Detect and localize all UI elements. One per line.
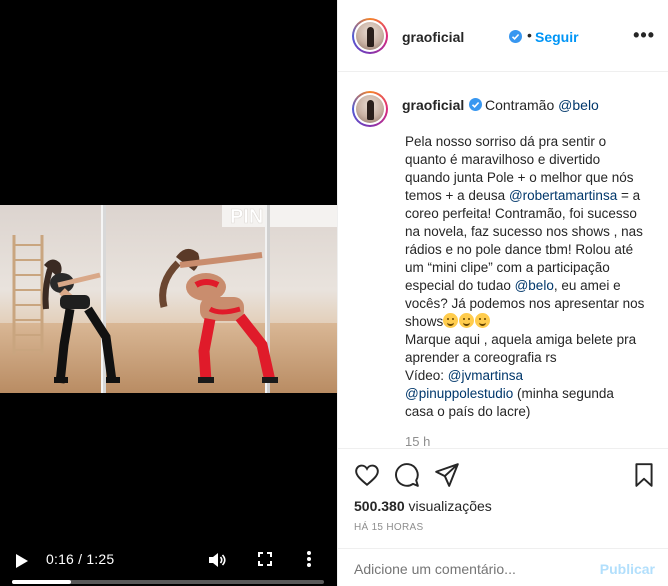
comment-icon[interactable]	[394, 462, 420, 488]
svg-text:PIN: PIN	[230, 206, 263, 228]
play-icon[interactable]	[16, 554, 28, 568]
share-icon[interactable]	[434, 462, 460, 488]
username[interactable]: graoficial	[402, 29, 464, 45]
volume-icon[interactable]	[208, 551, 226, 569]
video-time: 0:16 / 1:25	[46, 551, 115, 567]
fullscreen-icon[interactable]	[258, 552, 272, 566]
verified-icon	[469, 98, 482, 111]
video-frame[interactable]: PIN	[0, 205, 337, 393]
caption-area: graoficial Contramão @belo Pela nosso so…	[338, 73, 668, 447]
verified-icon	[509, 30, 522, 43]
dancer-left	[42, 259, 120, 384]
bookmark-icon[interactable]	[631, 462, 657, 488]
emoji-icon	[443, 313, 459, 328]
caption-timestamp: 15 h	[405, 434, 431, 447]
publish-button[interactable]: Publicar	[600, 561, 655, 577]
mention-link[interactable]: @belo	[515, 278, 554, 293]
mention-link[interactable]: @belo	[558, 97, 599, 113]
mention-link[interactable]: @robertamartinsa	[509, 188, 617, 203]
dancer-right	[159, 248, 278, 383]
video-player[interactable]: PIN 0:16 / 1:25	[0, 0, 337, 586]
follow-button[interactable]: Seguir	[535, 29, 579, 45]
comment-bar: Publicar	[338, 548, 668, 586]
separator-dot: •	[527, 27, 532, 43]
avatar[interactable]	[352, 18, 388, 54]
emoji-icon	[475, 313, 491, 328]
caption-first-line: Contramão @belo	[485, 97, 599, 113]
dancers-scene: PIN	[12, 205, 337, 393]
post-header: graoficial • Seguir •••	[338, 0, 668, 72]
posted-time: HÁ 15 HORAS	[354, 522, 424, 533]
post-panel: graoficial • Seguir ••• graoficial Contr…	[337, 0, 668, 586]
caption-avatar[interactable]	[352, 91, 388, 127]
post-actions: 500.380 visualizações HÁ 15 HORAS Public…	[338, 448, 668, 586]
comment-input[interactable]	[354, 561, 574, 577]
video-controls: 0:16 / 1:25	[0, 536, 337, 586]
emoji-icon	[459, 313, 475, 328]
mention-link[interactable]: @pinuppolestudio	[405, 386, 513, 401]
more-vertical-icon[interactable]	[306, 550, 312, 568]
mention-link[interactable]: @jvmartinsa	[448, 368, 523, 383]
view-count[interactable]: 500.380 visualizações	[354, 498, 492, 514]
caption-text: Pela nosso sorriso dá pra sentir o quant…	[405, 134, 645, 419]
heart-icon[interactable]	[354, 462, 380, 488]
video-progress-bar[interactable]	[12, 580, 324, 584]
caption-username[interactable]: graoficial	[402, 97, 464, 113]
video-progress-fill	[12, 580, 72, 584]
more-options-button[interactable]: •••	[633, 26, 655, 44]
